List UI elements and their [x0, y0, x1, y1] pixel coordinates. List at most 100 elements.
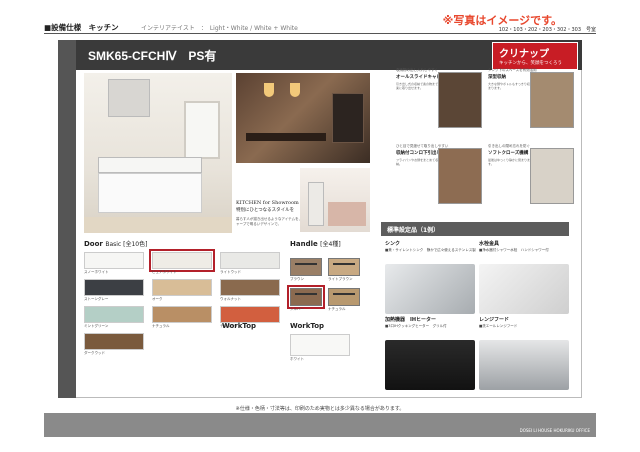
- faucet-image: [479, 264, 569, 314]
- door-swatch-label: ライトウッド: [220, 270, 241, 274]
- door-swatch-label: ストーングレー: [84, 297, 109, 301]
- door-swatch[interactable]: [84, 306, 144, 323]
- standard-item-name: シンク: [385, 241, 401, 247]
- feature-photo: [438, 72, 482, 128]
- standard-item: シンク ■美・サイレントシンク 静かで広々使えるステンレス製: [385, 240, 477, 316]
- feature-photo: [530, 72, 574, 128]
- feature-item: ひと目で見渡せて取り出しやすい 収納付コンロ下引出し フライパンやお鍋をまとめて…: [396, 144, 482, 216]
- standard-item-desc: ■3口IHクッキングヒーター グリル付: [385, 324, 447, 328]
- handle-count: [全4種]: [320, 241, 341, 248]
- caption-title: KITCHEN for Showroom: [236, 200, 299, 206]
- floor-shape: [84, 217, 232, 233]
- standard-items-title: 標準設定品（1例）: [387, 227, 440, 234]
- feature-photo: [438, 148, 482, 204]
- footer-bar: DOSEI LI HOUSE HOKURIKU OFFICE: [44, 413, 596, 437]
- worktop-label: ホワイト: [290, 357, 304, 361]
- logo-name: クリナップ: [499, 49, 549, 60]
- standard-items-panel: シンク ■美・サイレントシンク 静かで広々使えるステンレス製 水栓金具 ■浄水器…: [381, 236, 569, 396]
- door-swatch-label: ミントグリーン: [84, 324, 109, 328]
- feature-desc: 大きな鍋やボトルもすっきり収まります。: [488, 82, 530, 91]
- cabinet-shape: [98, 173, 202, 213]
- counter-shape: [98, 157, 202, 173]
- door-swatch[interactable]: [220, 252, 280, 269]
- kitchen-small-photo: [300, 168, 370, 232]
- logo-tagline: キッチンから、笑顔をつくろう: [499, 61, 562, 66]
- handle-label: ライトブラウン: [328, 277, 353, 281]
- handle-heading: Handle: [290, 240, 318, 248]
- interior-taste-label: インテリアテイスト ： Light・White / White + White: [141, 25, 298, 32]
- feature-desc: フライパンやお鍋をまとめて収納。: [396, 158, 439, 167]
- worktop-heading-handle-column: WorkTop: [290, 322, 325, 330]
- feature-item: シンク下のスペースを有効活用 深型収納 大きな鍋やボトルもすっきり収まります。: [488, 68, 574, 140]
- room-numbers: 102・103・202・203・302・303 号室: [498, 27, 596, 33]
- feature-item: 引き出しの閉め忘れを防ぐ ソフトクローズ機構 最後はゆっくり静かに閉まります。: [488, 144, 574, 216]
- standard-item-name: レンジフード: [479, 317, 510, 323]
- door-swatch[interactable]: [220, 306, 280, 323]
- standard-item: レンジフード ■洗エールレンジフード: [479, 316, 571, 392]
- kitchen-caption: KITCHEN for Showroom 特別にひとつなるスタイルを 暮らす人が…: [236, 200, 306, 227]
- door-swatch-label: ピュアホワイト: [152, 270, 177, 274]
- standard-item-desc: ■美・サイレントシンク 静かで広々使えるステンレス製: [385, 248, 476, 252]
- handle-label: ナチュラル: [328, 307, 346, 311]
- feature-desc: 引き出し式の収納で奥の物まで楽に取り出せます。: [396, 82, 439, 91]
- door-swatch-label: ウォルナット: [220, 297, 241, 301]
- handle-option[interactable]: [328, 288, 360, 306]
- door-swatch-label: オーク: [152, 297, 163, 301]
- standard-item-name: 水栓金具: [479, 241, 500, 247]
- door-swatch[interactable]: [84, 252, 144, 269]
- handle-title: Handle [全4種]: [290, 239, 341, 248]
- door-count: Basic [全10色]: [105, 241, 148, 248]
- door-swatch[interactable]: [152, 306, 212, 323]
- feature-grid: 収納物の出し入れしやすく オールスライドキャビネット 引き出し式の収納で奥の物ま…: [396, 68, 576, 218]
- pendant-lamp: [264, 83, 274, 97]
- standard-item: 加熱機器 IHヒーター ■3口IHクッキングヒーター グリル付: [385, 316, 477, 392]
- standard-item: 水栓金具 ■浄水器付シャワー水栓 ハンドシャワー付: [479, 240, 571, 316]
- footer-note: ※仕様・色柄・寸法等は、印刷のため実物とは多少異なる場合があります。: [235, 406, 405, 412]
- header-divider: [44, 33, 596, 34]
- door-swatch-label: スノーホワイト: [84, 270, 109, 274]
- handle-label: ブラウン: [290, 277, 304, 281]
- door-swatch[interactable]: [220, 279, 280, 296]
- handle-option-selected[interactable]: [287, 285, 325, 309]
- left-band: [58, 40, 76, 398]
- caption-body: 暮らす人が描き出せるようなアイテムを、シャープで明るいデザインで。: [236, 217, 306, 226]
- dining-table-shape: [246, 133, 326, 141]
- worktop-heading-door-column: WorkTop: [222, 322, 257, 330]
- door-swatch-selected[interactable]: [149, 249, 215, 272]
- pendant-lamp: [290, 83, 300, 97]
- model-name: SMK65-CFCHⅣ PS有: [88, 49, 217, 63]
- feature-photo: [530, 148, 574, 204]
- spec-label: ■設備仕様 キッチン: [44, 23, 119, 32]
- door-swatch[interactable]: [152, 279, 212, 296]
- kitchen-main-photo: [84, 73, 232, 233]
- door-heading: Door: [84, 240, 103, 248]
- handle-label: シルバー: [290, 307, 304, 311]
- range-hood-shape: [108, 79, 150, 117]
- standard-item-name: 加熱機器 IHヒーター: [385, 317, 437, 323]
- standard-items-header: 標準設定品（1例）: [381, 222, 569, 236]
- worktop-swatch[interactable]: [290, 334, 350, 356]
- door-swatch-label: ダークウッド: [84, 351, 105, 355]
- dining-photo: [236, 73, 370, 163]
- range-hood-image: [479, 340, 569, 390]
- feature-desc: 最後はゆっくり静かに閉まります。: [488, 158, 531, 167]
- counter-shape: [328, 202, 366, 226]
- handle-option[interactable]: [328, 258, 360, 276]
- shelf-shape: [332, 93, 364, 143]
- handle-option[interactable]: [290, 258, 322, 276]
- window-shape: [184, 101, 220, 159]
- sink-image: [385, 264, 475, 314]
- door-swatch[interactable]: [84, 279, 144, 296]
- door-swatch-label: ナチュラル: [152, 324, 170, 328]
- feature-item: 収納物の出し入れしやすく オールスライドキャビネット 引き出し式の収納で奥の物ま…: [396, 68, 482, 140]
- cleanup-logo: クリナップ キッチンから、笑顔をつくろう: [492, 42, 578, 70]
- ih-heater-image: [385, 340, 475, 390]
- door-swatch[interactable]: [84, 333, 144, 350]
- standard-item-desc: ■洗エールレンジフード: [479, 324, 518, 328]
- caption-subtitle: 特別にひとつなるスタイルを: [236, 208, 295, 213]
- title-bar: SMK65-CFCHⅣ PS有 クリナップ キッチンから、笑顔をつくろう: [76, 40, 582, 70]
- header: ■設備仕様 キッチン インテリアテイスト ： Light・White / Whi…: [44, 14, 596, 38]
- standard-item-desc: ■浄水器付シャワー水栓 ハンドシャワー付: [479, 248, 549, 252]
- door-title: Door Basic [全10色]: [84, 239, 147, 248]
- company-name: DOSEI LI HOUSE HOKURIKU OFFICE: [519, 428, 590, 433]
